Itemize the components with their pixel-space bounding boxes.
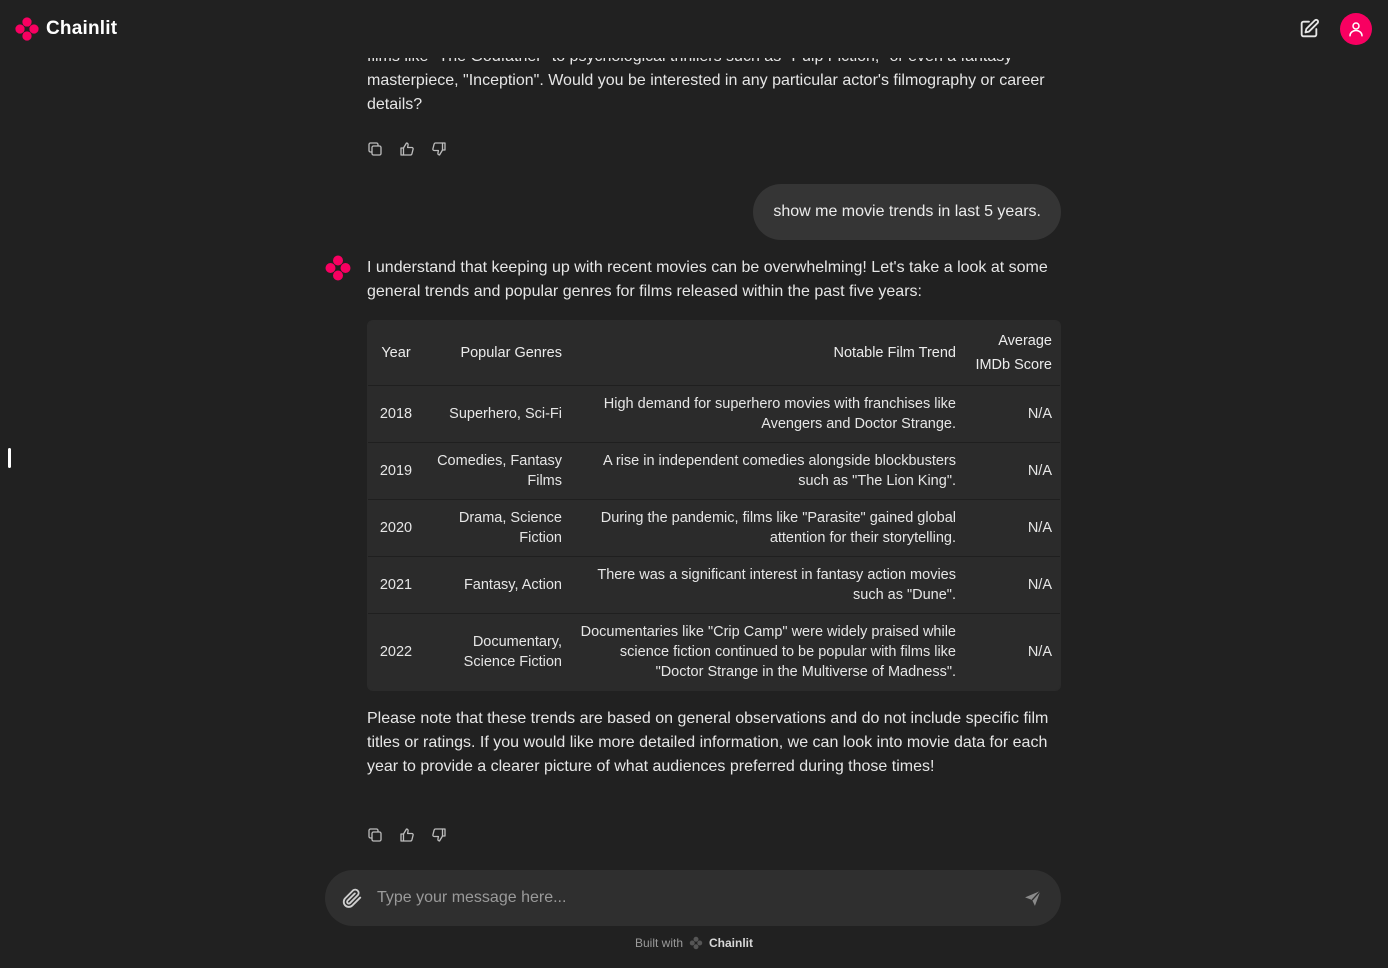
copy-icon[interactable]	[367, 827, 383, 843]
paperclip-icon	[342, 888, 362, 908]
cell-year: 2018	[368, 384, 420, 442]
chainlit-logo-icon	[15, 17, 39, 41]
column-header-trend: Notable Film Trend	[833, 344, 957, 361]
app-name: Chainlit	[46, 18, 118, 39]
column-header-year: Year	[381, 344, 411, 361]
thumbs-down-icon[interactable]	[431, 141, 447, 157]
message-composer	[325, 870, 1061, 926]
cell-score: N/A	[964, 441, 1060, 499]
table-header-row: Year Popular Genres Notable Film Trend A…	[368, 321, 1060, 385]
thumbs-down-icon[interactable]	[431, 827, 447, 843]
cell-trend: There was a significant interest in fant…	[570, 555, 964, 613]
send-button[interactable]	[1023, 888, 1043, 908]
cell-year: 2020	[368, 498, 420, 556]
column-header-genres: Popular Genres	[460, 344, 562, 361]
table-row: 2021 Fantasy, Action There was a signifi…	[368, 555, 1060, 613]
thumbs-up-icon[interactable]	[399, 827, 415, 843]
thumbs-up-icon[interactable]	[399, 141, 415, 157]
message-actions	[367, 141, 447, 157]
cell-score: N/A	[964, 384, 1060, 442]
cell-trend: A rise in independent comedies alongside…	[570, 441, 964, 499]
cell-year: 2021	[368, 555, 420, 613]
footer: Built with Chainlit	[0, 933, 1388, 953]
table-row: 2022 Documentary, Science Fiction Docume…	[368, 612, 1060, 690]
chainlit-footer-logo-icon	[689, 936, 703, 950]
app-logo[interactable]: Chainlit	[14, 16, 117, 42]
trends-table: Year Popular Genres Notable Film Trend A…	[367, 320, 1061, 691]
pencil-square-icon	[1300, 18, 1319, 38]
attach-button[interactable]	[341, 887, 363, 909]
cell-genres: Fantasy, Action	[420, 555, 570, 613]
column-header-score: Average IMDb Score	[975, 332, 1052, 373]
message-actions	[367, 827, 447, 843]
bot-message-outro: Please note that these trends are based …	[367, 710, 1049, 775]
cell-trend: High demand for superhero movies with fr…	[570, 384, 964, 442]
bot-message-intro: I understand that keeping up with recent…	[367, 259, 1048, 300]
message-input[interactable]	[377, 889, 1023, 907]
send-icon	[1025, 890, 1041, 906]
cell-genres: Superhero, Sci-Fi	[420, 384, 570, 442]
cell-trend: Documentaries like "Crip Camp" were wide…	[570, 612, 964, 690]
cell-score: N/A	[964, 612, 1060, 690]
top-actions	[1298, 13, 1372, 45]
table-row: 2019 Comedies, Fantasy Films A rise in i…	[368, 441, 1060, 499]
table-row: 2018 Superhero, Sci-Fi High demand for s…	[368, 384, 1060, 442]
cell-year: 2019	[368, 441, 420, 499]
user-avatar-button[interactable]	[1340, 13, 1372, 45]
user-message-text: show me movie trends in last 5 years.	[773, 203, 1041, 220]
chainlit-bot-avatar-icon	[324, 254, 352, 287]
cell-score: N/A	[964, 498, 1060, 556]
top-bar: Chainlit	[0, 0, 1388, 58]
footer-brand[interactable]: Chainlit	[709, 936, 753, 950]
new-chat-button[interactable]	[1298, 18, 1320, 40]
cell-trend: During the pandemic, films like "Parasit…	[570, 498, 964, 556]
cell-genres: Comedies, Fantasy Films	[420, 441, 570, 499]
copy-icon[interactable]	[367, 141, 383, 157]
chat-scroll-area[interactable]: films like "The Godfather" to psychologi…	[0, 0, 1388, 862]
sidebar-toggle-handle[interactable]	[8, 448, 11, 468]
footer-built-with: Built with	[634, 936, 684, 950]
cell-year: 2022	[368, 612, 420, 690]
table-row: 2020 Drama, Science Fiction During the p…	[368, 498, 1060, 556]
cell-genres: Documentary, Science Fiction	[420, 612, 570, 690]
user-message-bubble: show me movie trends in last 5 years.	[753, 184, 1061, 240]
cell-genres: Drama, Science Fiction	[420, 498, 570, 556]
user-icon	[1349, 22, 1363, 37]
cell-score: N/A	[964, 555, 1060, 613]
